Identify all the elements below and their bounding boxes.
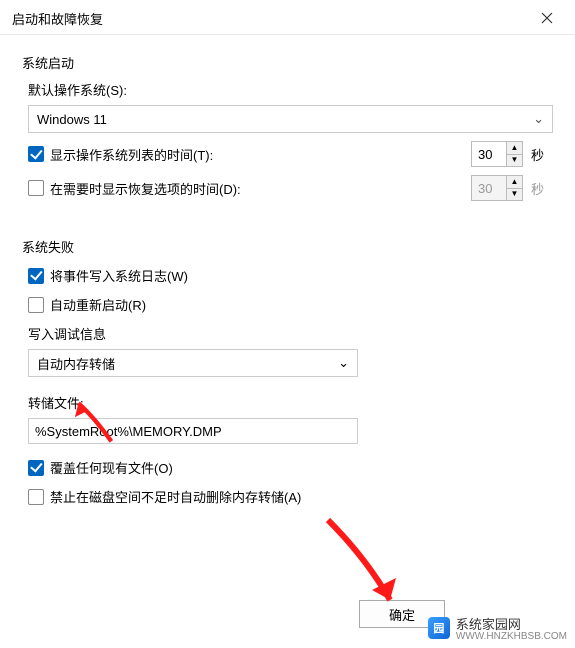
dump-file-label: 转储文件: xyxy=(28,393,553,412)
debug-info-label: 写入调试信息 xyxy=(28,324,553,343)
dialog-content: 系统启动 默认操作系统(S): Windows 11 ⌄ 显示操作系统列表的时间… xyxy=(0,35,575,526)
spin-up-icon[interactable]: ▲ xyxy=(507,142,522,155)
chevron-down-icon: ⌄ xyxy=(338,355,349,371)
auto-restart-label: 自动重新启动(R) xyxy=(50,295,146,314)
watermark-sub: WWW.HNZKHBSB.COM xyxy=(456,631,567,642)
dump-file-value: %SystemRoot%\MEMORY.DMP xyxy=(35,424,222,439)
spin-down-icon: ▼ xyxy=(507,189,522,201)
show-os-list-checkbox[interactable] xyxy=(28,146,44,162)
debug-info-select[interactable]: 自动内存转储 ⌄ xyxy=(28,349,358,377)
show-recovery-input xyxy=(471,175,507,201)
overwrite-checkbox[interactable] xyxy=(28,460,44,476)
show-recovery-label: 在需要时显示恢复选项的时间(D): xyxy=(50,179,241,198)
spin-down-icon[interactable]: ▼ xyxy=(507,155,522,167)
show-os-list-input[interactable] xyxy=(471,141,507,167)
watermark: 园 系统家园网 WWW.HNZKHBSB.COM xyxy=(428,614,567,642)
spinner-buttons-disabled: ▲▼ xyxy=(507,175,523,201)
dialog-title: 启动和故障恢复 xyxy=(12,9,103,28)
spinner-buttons[interactable]: ▲▼ xyxy=(507,141,523,167)
default-os-label: 默认操作系统(S): xyxy=(28,80,553,99)
seconds-unit: 秒 xyxy=(531,179,553,198)
show-os-list-seconds[interactable]: ▲▼ xyxy=(471,141,523,167)
titlebar: 启动和故障恢复 xyxy=(0,0,575,35)
close-button[interactable] xyxy=(529,6,565,30)
show-recovery-checkbox[interactable] xyxy=(28,180,44,196)
section-startup-title: 系统启动 xyxy=(22,53,553,72)
default-os-value: Windows 11 xyxy=(37,112,107,127)
show-os-list-label: 显示操作系统列表的时间(T): xyxy=(50,145,213,164)
spin-up-icon: ▲ xyxy=(507,176,522,189)
section-failure-title: 系统失败 xyxy=(22,237,553,256)
no-delete-checkbox[interactable] xyxy=(28,489,44,505)
write-event-label: 将事件写入系统日志(W) xyxy=(50,266,188,285)
auto-restart-checkbox[interactable] xyxy=(28,297,44,313)
show-recovery-seconds: ▲▼ xyxy=(471,175,523,201)
debug-info-value: 自动内存转储 xyxy=(37,354,115,373)
overwrite-label: 覆盖任何现有文件(O) xyxy=(50,458,173,477)
no-delete-label: 禁止在磁盘空间不足时自动删除内存转储(A) xyxy=(50,487,301,506)
watermark-logo-icon: 园 xyxy=(428,617,450,639)
default-os-select[interactable]: Windows 11 ⌄ xyxy=(28,105,553,133)
seconds-unit: 秒 xyxy=(531,145,553,164)
chevron-down-icon: ⌄ xyxy=(533,111,544,127)
write-event-checkbox[interactable] xyxy=(28,268,44,284)
close-icon xyxy=(541,12,553,24)
dump-file-input[interactable]: %SystemRoot%\MEMORY.DMP xyxy=(28,418,358,444)
